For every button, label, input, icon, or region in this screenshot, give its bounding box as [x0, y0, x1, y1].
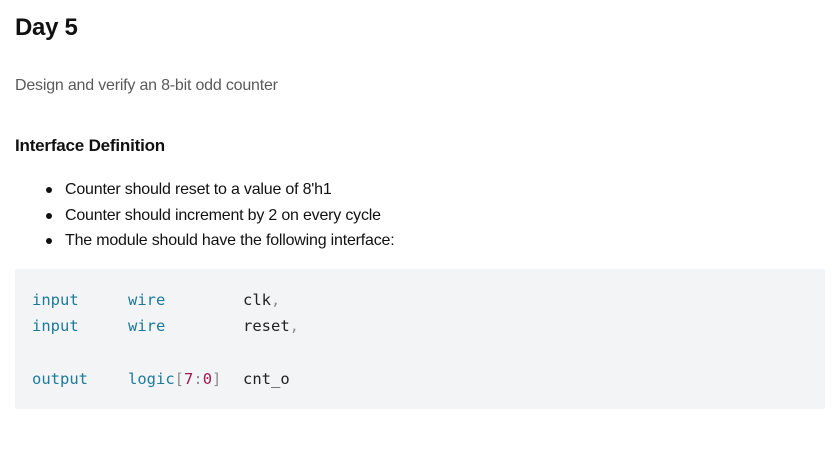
bullet-icon — [46, 212, 52, 219]
list-item-text: Counter should reset to a value of 8'h1 — [65, 181, 332, 198]
requirements-list: Counter should reset to a value of 8'h1 … — [15, 177, 395, 254]
code-range-lsb: 0 — [202, 370, 213, 388]
code-type: logic[7:0] — [128, 369, 221, 389]
code-direction: output — [32, 370, 88, 388]
bullet-icon — [46, 238, 52, 244]
code-range-colon: : — [193, 370, 203, 388]
code-range-msb: 7 — [184, 370, 194, 388]
code-comma: , — [289, 317, 300, 335]
code-line: output logic[7:0] cnt_o — [32, 369, 290, 469]
code-signal-name: reset, — [243, 316, 299, 336]
code-name: reset — [243, 317, 290, 335]
code-signal-name: clk, — [243, 290, 280, 310]
code-comma: , — [271, 291, 281, 309]
list-item: Counter should reset to a value of 8'h1 — [15, 177, 394, 203]
code-type: wire — [128, 317, 166, 335]
code-name: clk — [243, 291, 271, 309]
page-title: Day 5 — [15, 14, 78, 41]
code-type: wire — [128, 291, 166, 309]
list-item: Counter should increment by 2 on every c… — [15, 203, 394, 229]
code-direction: input — [32, 291, 79, 309]
list-item-text: Counter should increment by 2 on every c… — [65, 206, 381, 224]
code-block: input wire clk, input wire reset, output… — [15, 269, 825, 409]
page-subtitle: Design and verify an 8-bit odd counter — [15, 77, 278, 94]
code-bracket-close: ] — [212, 370, 222, 388]
bullet-icon — [46, 187, 52, 193]
code-type-base: logic — [128, 370, 175, 388]
list-item-text: The module should have the following int… — [65, 232, 395, 249]
list-item: The module should have the following int… — [15, 228, 395, 254]
section-heading-interface: Interface Definition — [15, 136, 165, 155]
code-name: cnt_o — [243, 370, 290, 388]
code-direction: input — [32, 317, 79, 335]
code-bracket-open: [ — [174, 370, 185, 388]
